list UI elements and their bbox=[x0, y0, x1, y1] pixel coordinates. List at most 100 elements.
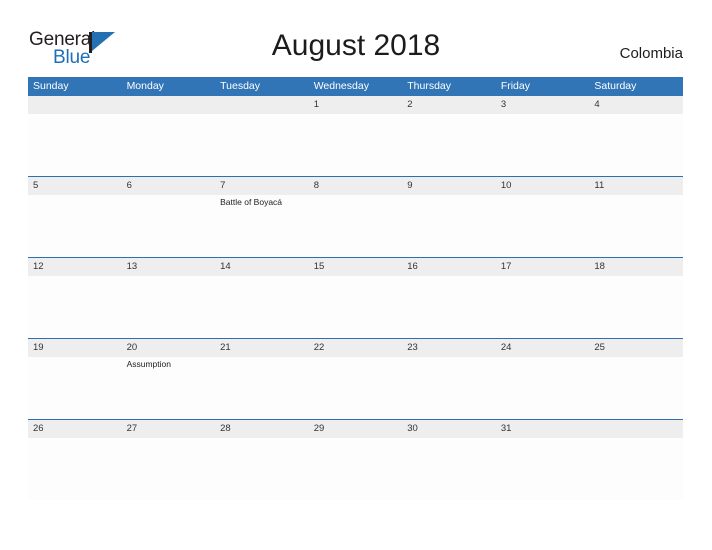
day-cell[interactable] bbox=[309, 276, 403, 338]
date-number[interactable]: 13 bbox=[122, 258, 216, 276]
day-cell[interactable] bbox=[589, 195, 683, 257]
week-date-number-band: 12 13 14 15 16 17 18 bbox=[28, 258, 683, 276]
day-cell[interactable] bbox=[122, 438, 216, 500]
day-header-wednesday: Wednesday bbox=[313, 80, 369, 92]
page-title: August 2018 bbox=[271, 29, 441, 62]
date-number[interactable]: 31 bbox=[496, 420, 590, 438]
week-date-number-band: 1 2 3 4 bbox=[28, 96, 683, 114]
day-cell[interactable] bbox=[589, 114, 683, 176]
day-header-saturday: Saturday bbox=[594, 80, 637, 92]
day-cell[interactable] bbox=[215, 438, 309, 500]
day-cell[interactable] bbox=[28, 114, 122, 176]
date-number[interactable]: 11 bbox=[589, 177, 683, 195]
week-date-number-band: 26 27 28 29 30 31 bbox=[28, 420, 683, 438]
day-cell[interactable] bbox=[122, 195, 216, 257]
day-cell[interactable] bbox=[309, 114, 403, 176]
day-header-tuesday: Tuesday bbox=[220, 80, 261, 92]
day-cell[interactable]: Assumption bbox=[122, 357, 216, 419]
holiday-event-label: Battle of Boyacá bbox=[220, 197, 283, 207]
week-event-band bbox=[28, 438, 683, 500]
day-cell[interactable] bbox=[122, 114, 216, 176]
day-cell[interactable] bbox=[28, 276, 122, 338]
day-cell[interactable] bbox=[309, 195, 403, 257]
week-date-number-band: 5 6 7 8 9 10 11 bbox=[28, 177, 683, 195]
date-number[interactable]: 14 bbox=[215, 258, 309, 276]
day-header-monday: Monday bbox=[126, 80, 164, 92]
week-event-band bbox=[28, 276, 683, 338]
day-cell[interactable] bbox=[496, 195, 590, 257]
date-number[interactable]: 4 bbox=[589, 96, 683, 114]
calendar-grid: Sunday Monday Tuesday Wednesday Thursday… bbox=[28, 77, 683, 500]
week-event-band bbox=[28, 114, 683, 176]
day-cell[interactable] bbox=[122, 276, 216, 338]
date-number[interactable]: 24 bbox=[496, 339, 590, 357]
date-number[interactable] bbox=[122, 96, 216, 114]
date-number[interactable]: 7 bbox=[215, 177, 309, 195]
day-header-friday: Friday bbox=[500, 80, 530, 92]
week-event-band: Battle of Boyacá bbox=[28, 195, 683, 257]
page-header: General Blue August 2018 Colombia bbox=[0, 0, 712, 76]
day-cell[interactable]: Battle of Boyacá bbox=[215, 195, 309, 257]
day-cell[interactable] bbox=[496, 276, 590, 338]
day-cell[interactable] bbox=[28, 438, 122, 500]
week-row: 1 2 3 4 bbox=[28, 96, 683, 176]
date-number[interactable] bbox=[589, 420, 683, 438]
date-number[interactable]: 6 bbox=[122, 177, 216, 195]
date-number[interactable]: 28 bbox=[215, 420, 309, 438]
date-number[interactable]: 1 bbox=[309, 96, 403, 114]
day-of-week-header-row: Sunday Monday Tuesday Wednesday Thursday… bbox=[28, 77, 683, 96]
day-cell[interactable] bbox=[402, 195, 496, 257]
day-header-thursday: Thursday bbox=[407, 80, 452, 92]
date-number[interactable]: 26 bbox=[28, 420, 122, 438]
date-number[interactable]: 23 bbox=[402, 339, 496, 357]
week-row: 5 6 7 8 9 10 11 Battle of Boyacá bbox=[28, 176, 683, 257]
day-cell[interactable] bbox=[28, 195, 122, 257]
date-number[interactable]: 29 bbox=[309, 420, 403, 438]
date-number[interactable]: 25 bbox=[589, 339, 683, 357]
day-cell[interactable] bbox=[215, 357, 309, 419]
day-cell[interactable] bbox=[402, 438, 496, 500]
week-date-number-band: 19 20 21 22 23 24 25 bbox=[28, 339, 683, 357]
day-header-sunday: Sunday bbox=[33, 80, 69, 92]
holiday-event-label: Assumption bbox=[126, 359, 171, 369]
day-cell[interactable] bbox=[402, 114, 496, 176]
date-number[interactable] bbox=[28, 96, 122, 114]
day-cell[interactable] bbox=[496, 357, 590, 419]
date-number[interactable]: 18 bbox=[589, 258, 683, 276]
date-number[interactable]: 20 bbox=[122, 339, 216, 357]
date-number[interactable]: 10 bbox=[496, 177, 590, 195]
date-number[interactable]: 2 bbox=[402, 96, 496, 114]
date-number[interactable]: 5 bbox=[28, 177, 122, 195]
day-cell[interactable] bbox=[402, 276, 496, 338]
date-number[interactable] bbox=[215, 96, 309, 114]
date-number[interactable]: 15 bbox=[309, 258, 403, 276]
day-cell[interactable] bbox=[496, 114, 590, 176]
date-number[interactable]: 8 bbox=[309, 177, 403, 195]
day-cell[interactable] bbox=[309, 357, 403, 419]
day-cell[interactable] bbox=[496, 438, 590, 500]
date-number[interactable]: 19 bbox=[28, 339, 122, 357]
day-cell[interactable] bbox=[402, 357, 496, 419]
date-number[interactable]: 9 bbox=[402, 177, 496, 195]
calendar-page: General Blue August 2018 Colombia Sunday… bbox=[0, 0, 712, 550]
country-label: Colombia bbox=[619, 45, 683, 62]
date-number[interactable]: 21 bbox=[215, 339, 309, 357]
date-number[interactable]: 16 bbox=[402, 258, 496, 276]
date-number[interactable]: 17 bbox=[496, 258, 590, 276]
week-event-band: Assumption bbox=[28, 357, 683, 419]
week-row: 26 27 28 29 30 31 bbox=[28, 419, 683, 500]
week-row: 19 20 21 22 23 24 25 Assumption bbox=[28, 338, 683, 419]
day-cell[interactable] bbox=[589, 438, 683, 500]
date-number[interactable]: 3 bbox=[496, 96, 590, 114]
date-number[interactable]: 22 bbox=[309, 339, 403, 357]
day-cell[interactable] bbox=[309, 438, 403, 500]
date-number[interactable]: 27 bbox=[122, 420, 216, 438]
date-number[interactable]: 12 bbox=[28, 258, 122, 276]
date-number[interactable]: 30 bbox=[402, 420, 496, 438]
week-row: 12 13 14 15 16 17 18 bbox=[28, 257, 683, 338]
day-cell[interactable] bbox=[215, 114, 309, 176]
day-cell[interactable] bbox=[215, 276, 309, 338]
day-cell[interactable] bbox=[589, 357, 683, 419]
day-cell[interactable] bbox=[589, 276, 683, 338]
day-cell[interactable] bbox=[28, 357, 122, 419]
